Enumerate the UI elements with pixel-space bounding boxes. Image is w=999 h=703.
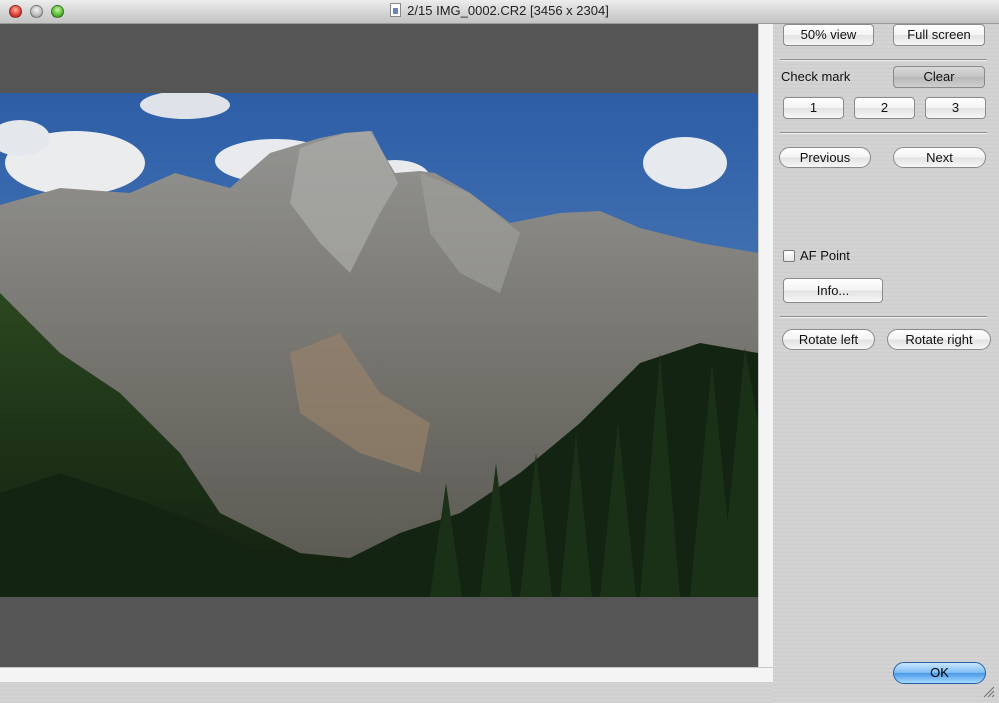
previous-button[interactable]: Previous [779,147,871,168]
info-button[interactable]: Info... [783,278,883,303]
resize-grip-icon[interactable] [981,684,995,698]
separator [780,132,987,134]
check-mark-2-button[interactable]: 2 [854,97,915,119]
bottom-bar [0,682,773,703]
separator [780,59,987,61]
rotate-right-button[interactable]: Rotate right [887,329,991,350]
separator [780,316,987,318]
af-point-checkbox[interactable] [783,250,795,262]
check-mark-label: Check mark [781,69,851,84]
image-viewer-window: 2/15 IMG_0002.CR2 [3456 x 2304] 50% view… [0,0,999,703]
clear-check-mark-button[interactable]: Clear [893,66,985,88]
photo-preview [0,93,758,597]
image-view-area[interactable] [0,24,758,667]
window-title-text: 2/15 IMG_0002.CR2 [3456 x 2304] [407,3,609,18]
af-point-label: AF Point [800,248,850,263]
full-screen-button[interactable]: Full screen [893,24,985,46]
view-50-percent-button[interactable]: 50% view [783,24,874,46]
document-icon [390,3,402,17]
check-mark-3-button[interactable]: 3 [925,97,986,119]
rotate-left-button[interactable]: Rotate left [782,329,875,350]
vertical-scrollbar[interactable] [758,24,773,667]
check-mark-1-button[interactable]: 1 [783,97,844,119]
horizontal-scrollbar[interactable] [0,667,773,682]
window-title: 2/15 IMG_0002.CR2 [3456 x 2304] [0,3,999,18]
next-button[interactable]: Next [893,147,986,168]
control-panel: 50% view Full screen Check mark Clear 1 … [773,24,999,703]
ok-button[interactable]: OK [893,662,986,684]
title-bar[interactable]: 2/15 IMG_0002.CR2 [3456 x 2304] [0,0,999,24]
